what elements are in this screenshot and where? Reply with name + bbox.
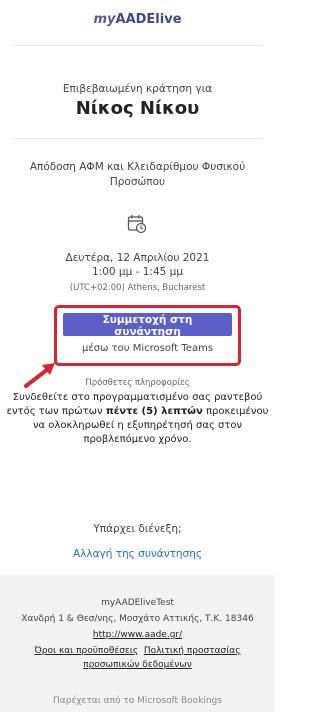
footer-address: Χανδρή 1 & Θεσ/νης, Μοσχάτο Αττικής, Τ.Κ… [21,614,254,624]
brand-logo: myAADElive [0,12,275,27]
change-meeting-link[interactable]: Αλλαγή της συνάντησης [73,548,202,560]
notes-text-bold: πέντε (5) λεπτών [105,406,203,417]
change-meeting-wrapper: Αλλαγή της συνάντησης [0,542,275,561]
footer-privacy-row: προσωπικών δεδομένων [0,660,275,670]
footer-business-name: myAADEliveTest [101,598,174,608]
calendar-clock-icon [127,215,147,234]
teams-via-label: μέσω του Microsoft Teams [81,343,214,354]
section-divider [14,138,261,139]
powered-by-label: Παρέχεται από το Microsoft Bookings [53,696,222,706]
appointment-time: 1:00 μμ - 1:45 μμ [91,266,184,278]
header-divider [14,45,261,46]
footer-website-row: http://www.aade.gr/ [0,630,275,640]
join-meeting-button[interactable]: Συμμετοχή στη συνάντηση [63,313,232,338]
terms-link[interactable]: Όροι και προϋποθέσεις [35,646,139,656]
customer-name: Νίκος Νίκου [75,98,200,119]
confirmed-label: Επιβεβαιωμένη κράτηση για [62,83,213,95]
appointment-timezone: (UTC+02:00) Athens, Bucharest [69,283,206,293]
privacy-link-line1[interactable]: Πολιτική προστασίας [144,646,241,656]
notes-text: Συνδεθείτε στο προγραμματισμένο σας ραντ… [0,391,275,447]
join-highlight-box: Συμμετοχή στη συνάντηση μέσω του Microso… [54,305,241,366]
appointment-date: Δευτέρα, 12 Απριλίου 2021 [65,252,210,264]
privacy-link-line2[interactable]: προσωπικών δεδομένων [83,660,192,670]
conflict-question: Υπάρχει διένεξη; [93,523,182,535]
service-name: Απόδοση ΑΦΜ και Κλειδαρίθμου Φυσικού Προ… [29,161,246,188]
logo-suffix: AADElive [115,12,182,27]
logo-prefix: my [93,12,116,27]
footer: myAADEliveTest Χανδρή 1 & Θεσ/νης, Μοσχά… [0,575,275,712]
notes-title: Πρόσθετες πληροφορίες [85,378,190,388]
footer-policies-row: Όροι και προϋποθέσεις Πολιτική προστασία… [0,646,275,656]
footer-website-link[interactable]: http://www.aade.gr/ [93,630,182,640]
